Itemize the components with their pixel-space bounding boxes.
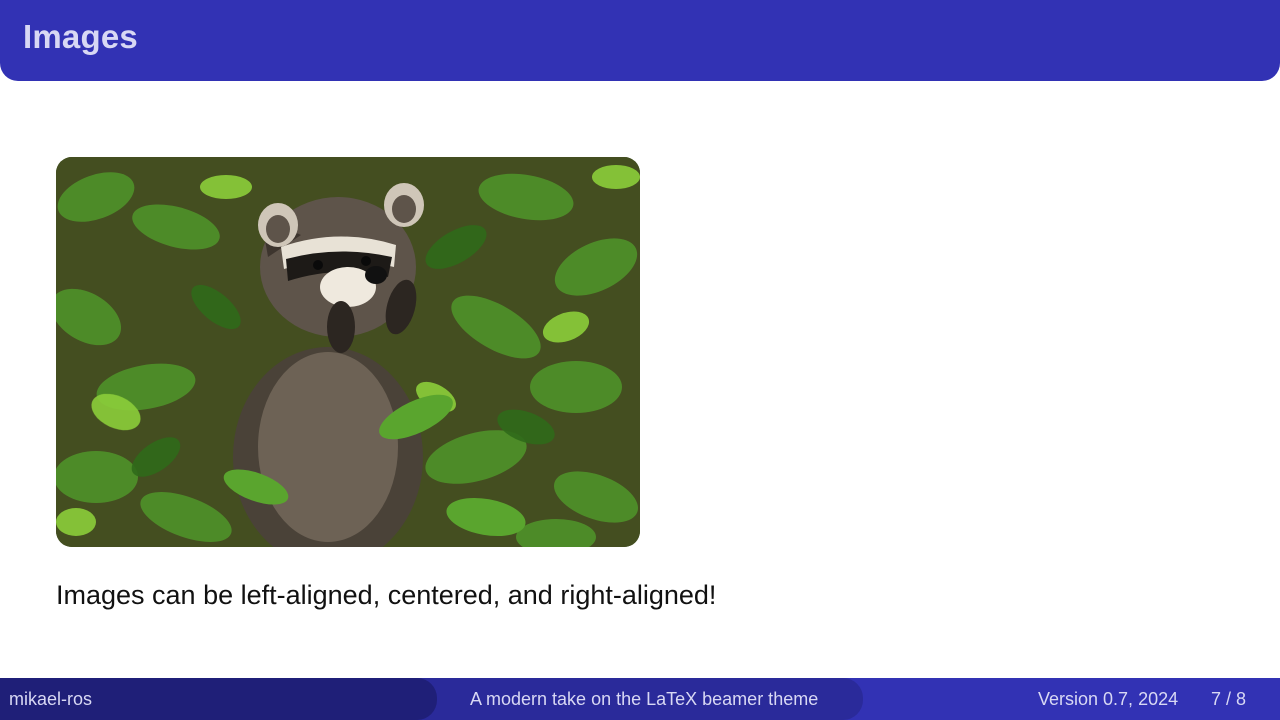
slide-title: Images xyxy=(23,18,138,55)
footer-subtitle: A modern take on the LaTeX beamer theme xyxy=(470,689,819,709)
footer-page-number: 7 / 8 xyxy=(1211,689,1247,709)
slide: Images Images can be left-aligned, cente… xyxy=(0,0,1280,720)
footer-bar: Version 0.7, 2024 7 / 8 A modern take on… xyxy=(0,678,1280,720)
footer-author: mikael-ros xyxy=(9,689,93,709)
caption-text: Images can be left-aligned, centered, an… xyxy=(56,580,717,610)
header-bar: Images xyxy=(0,0,1280,81)
raccoon-photo-illustration xyxy=(56,157,640,547)
footer-version: Version 0.7, 2024 xyxy=(1038,689,1179,709)
footer-left-segment: mikael-ros xyxy=(0,678,437,720)
raccoon-image xyxy=(56,157,640,547)
